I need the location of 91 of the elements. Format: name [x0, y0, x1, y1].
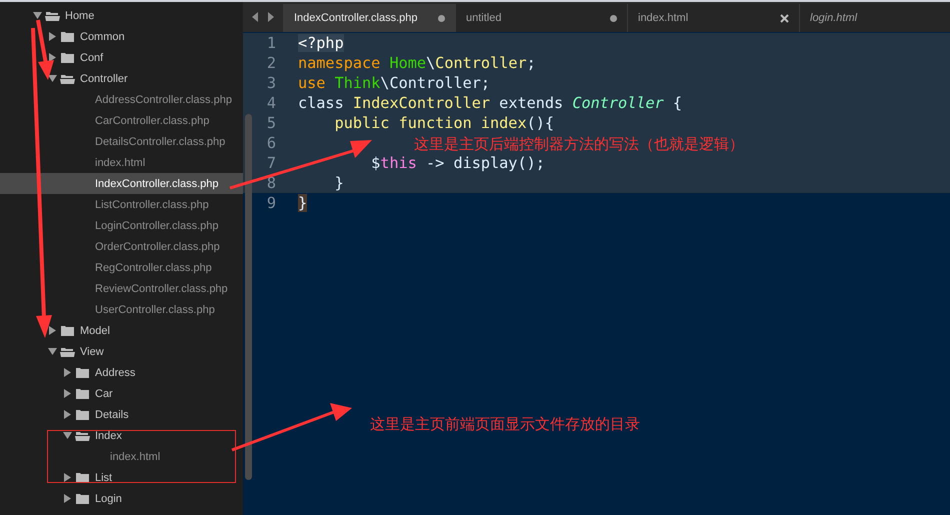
- expanded-arrow-icon[interactable]: [63, 431, 75, 440]
- tree-item-label: ListController.class.php: [95, 198, 209, 210]
- folder-icon: [60, 324, 75, 336]
- tree-item-label: Login: [95, 492, 122, 504]
- tree-item-label: Car: [95, 388, 113, 400]
- editor-tab[interactable]: IndexController.class.php: [283, 4, 455, 32]
- tree-item-label: Model: [80, 324, 110, 336]
- tab-label: index.html: [638, 12, 690, 24]
- code-line: class IndexController extends Controller {: [298, 94, 682, 112]
- tree-item[interactable]: Login: [0, 488, 243, 509]
- tree-item-label: Common: [80, 30, 125, 42]
- tree-item-label: Home: [65, 10, 94, 22]
- folder-icon: [60, 30, 75, 42]
- tree-item[interactable]: Conf: [0, 47, 243, 68]
- editor-tab[interactable]: login.html: [799, 4, 950, 32]
- expanded-arrow-icon[interactable]: [33, 11, 45, 20]
- tree-item-label: UserController.class.php: [95, 304, 215, 316]
- tree-item-label: View: [80, 346, 104, 358]
- line-number: 7: [266, 154, 277, 172]
- expanded-arrow-icon[interactable]: [48, 347, 60, 356]
- folder-icon: [75, 388, 90, 400]
- folder-icon: [45, 10, 60, 22]
- code-line: use Think\Controller;: [298, 74, 490, 92]
- line-number: 1: [266, 34, 277, 52]
- tree-item-label: ReviewController.class.php: [95, 282, 228, 294]
- tree-item-label: DetailsController.class.php: [95, 136, 226, 148]
- tree-item-label: Controller: [80, 72, 128, 84]
- expanded-arrow-icon[interactable]: [48, 74, 60, 83]
- folder-icon: [75, 472, 90, 484]
- tree-item[interactable]: View: [0, 341, 243, 362]
- annotation-text: 这里是主页前端页面显示文件存放的目录: [370, 415, 640, 434]
- line-number: 5: [266, 114, 277, 132]
- folder-icon: [75, 366, 90, 378]
- tree-item-label: List: [95, 472, 112, 484]
- line-number: 4: [266, 94, 277, 112]
- tree-item[interactable]: Home: [0, 5, 243, 26]
- tree-item-label: OrderController.class.php: [95, 240, 220, 252]
- tree-item[interactable]: LoginController.class.php: [0, 215, 243, 236]
- close-icon[interactable]: [780, 14, 789, 22]
- folder-icon: [60, 72, 75, 84]
- tree-item[interactable]: Controller: [0, 68, 243, 89]
- folder-icon: [60, 52, 75, 64]
- line-number: 6: [266, 134, 277, 152]
- scrollbar[interactable]: [245, 114, 252, 480]
- line-number: 9: [266, 194, 277, 212]
- tree-item[interactable]: Address: [0, 362, 243, 383]
- tree-item[interactable]: index.html: [0, 446, 243, 467]
- tree-item[interactable]: DetailsController.class.php: [0, 131, 243, 152]
- tree-item-label: Index: [95, 430, 122, 442]
- tree-item[interactable]: CarController.class.php: [0, 110, 243, 131]
- tree-item-label: RegController.class.php: [95, 262, 212, 274]
- tree-item[interactable]: AddressController.class.php: [0, 89, 243, 110]
- tree-item[interactable]: ReviewController.class.php: [0, 278, 243, 299]
- tree-item[interactable]: Details: [0, 404, 243, 425]
- tree-item-label: AddressController.class.php: [95, 94, 232, 106]
- line-number: 8: [266, 174, 277, 192]
- tree-item-label: IndexController.class.php: [95, 178, 219, 190]
- tree-item-label: LoginController.class.php: [95, 220, 219, 232]
- tab-label: untitled: [466, 12, 502, 24]
- tree-item-label: index.html: [110, 450, 160, 462]
- editor-tab[interactable]: index.html: [627, 4, 799, 32]
- tree-item[interactable]: OrderController.class.php: [0, 236, 243, 257]
- code-line: public function index(){: [334, 114, 554, 132]
- tree-item-label: Conf: [80, 52, 104, 64]
- tree-item[interactable]: Index: [0, 425, 243, 446]
- tree-item[interactable]: Model: [0, 320, 243, 341]
- tab-label: login.html: [810, 12, 858, 24]
- tab-label: IndexController.class.php: [294, 12, 419, 24]
- tree-item-label: Details: [95, 408, 129, 420]
- code-line: $this -> display();: [370, 154, 545, 172]
- tree-item[interactable]: List: [0, 467, 243, 488]
- tree-item-label: index.html: [95, 156, 146, 168]
- editor-tab[interactable]: untitled: [455, 4, 627, 32]
- tree-item[interactable]: RegController.class.php: [0, 257, 243, 278]
- code-line: namespace Home\Controller;: [298, 54, 536, 72]
- annotation-text: 这里是主页后端控制器方法的写法（也就是逻辑）: [414, 135, 744, 154]
- tree-item[interactable]: Car: [0, 383, 243, 404]
- line-number: 3: [266, 74, 277, 92]
- tree-item[interactable]: IndexController.class.php: [0, 173, 243, 194]
- tree-item-label: CarController.class.php: [95, 114, 210, 126]
- folder-icon: [60, 346, 75, 358]
- line-number: 2: [266, 54, 277, 72]
- tree-item[interactable]: index.html: [0, 152, 243, 173]
- tree-item[interactable]: ListController.class.php: [0, 194, 243, 215]
- tree-item-label: Address: [95, 366, 136, 378]
- folder-icon: [75, 408, 90, 420]
- tree-item[interactable]: Common: [0, 26, 243, 47]
- tree-item[interactable]: UserController.class.php: [0, 299, 243, 320]
- folder-icon: [75, 430, 90, 442]
- code-line: }: [334, 174, 344, 192]
- folder-icon: [75, 492, 90, 504]
